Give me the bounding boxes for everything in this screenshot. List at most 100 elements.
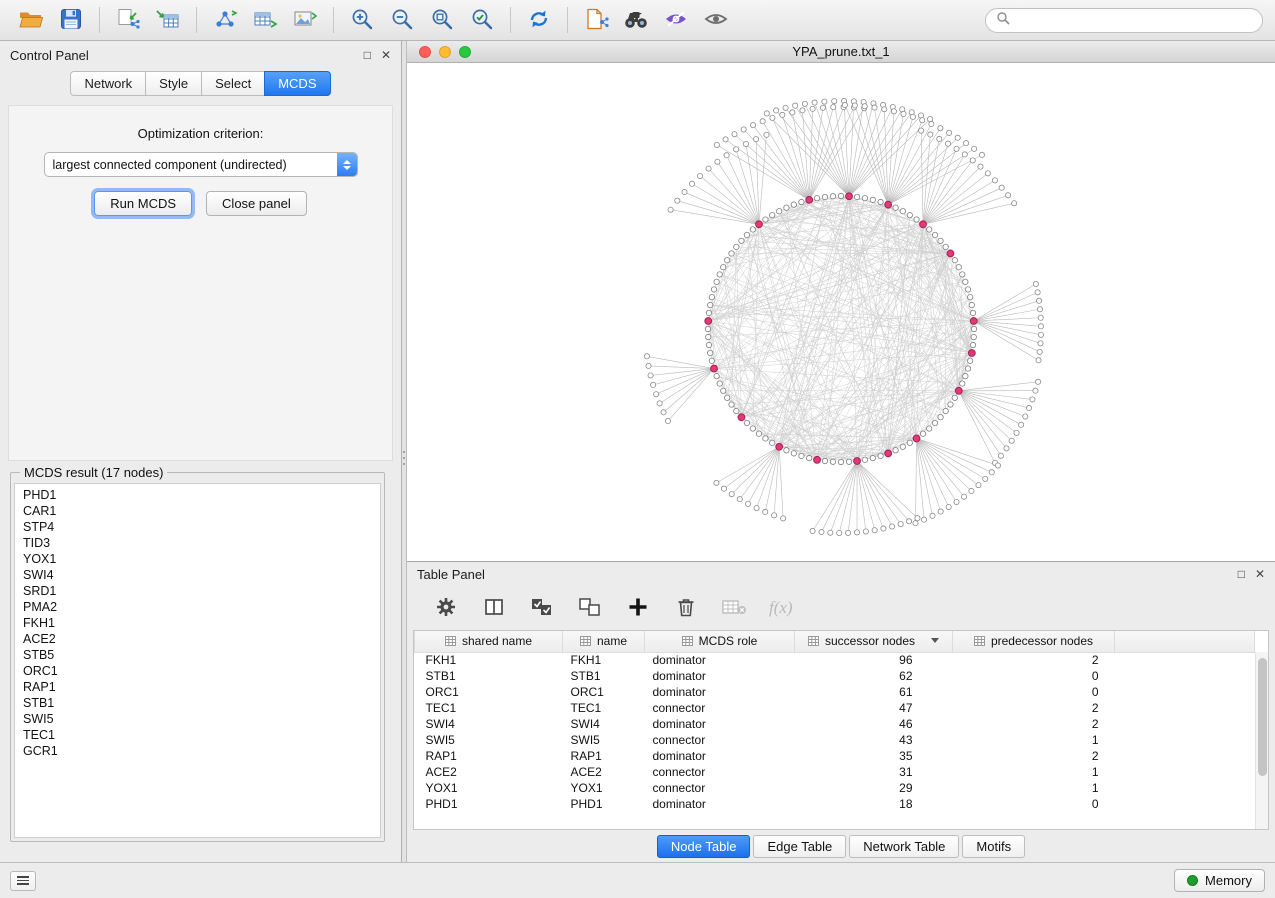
graph-node[interactable] [729, 251, 734, 256]
copy-network-style-button[interactable] [577, 4, 615, 36]
graph-leaf-node[interactable] [945, 141, 950, 146]
mcds-result-item[interactable]: TEC1 [23, 727, 380, 743]
tab-select[interactable]: Select [201, 71, 265, 96]
graph-leaf-node[interactable] [657, 401, 662, 406]
graph-leaf-node[interactable] [819, 529, 824, 534]
graph-leaf-node[interactable] [644, 354, 649, 359]
graph-leaf-node[interactable] [881, 526, 886, 531]
add-column-button[interactable] [625, 595, 651, 621]
graph-leaf-node[interactable] [854, 530, 859, 535]
graph-leaf-node[interactable] [972, 146, 977, 151]
graph-node[interactable] [717, 381, 722, 386]
graph-leaf-node[interactable] [872, 105, 877, 110]
graph-leaf-node[interactable] [995, 463, 1000, 468]
network-graph[interactable] [407, 63, 1275, 561]
graph-leaf-node[interactable] [989, 470, 994, 475]
graph-node[interactable] [960, 272, 965, 277]
graph-leaf-node[interactable] [976, 483, 981, 488]
graph-node[interactable] [830, 194, 835, 199]
mcds-result-item[interactable]: PMA2 [23, 599, 380, 615]
graph-node[interactable] [960, 381, 965, 386]
graph-dominator-node[interactable] [854, 458, 861, 465]
graph-leaf-node[interactable] [946, 504, 951, 509]
graph-leaf-node[interactable] [745, 501, 750, 506]
graph-node[interactable] [907, 212, 912, 217]
graph-leaf-node[interactable] [1014, 430, 1019, 435]
zoom-in-button[interactable] [343, 4, 381, 36]
graph-dominator-node[interactable] [885, 450, 892, 457]
float-panel-icon[interactable]: □ [1238, 567, 1245, 581]
graph-node[interactable] [763, 436, 768, 441]
tab-network[interactable]: Network [70, 71, 146, 96]
graph-node[interactable] [920, 431, 925, 436]
graph-leaf-node[interactable] [927, 117, 932, 122]
graph-leaf-node[interactable] [781, 516, 786, 521]
graph-leaf-node[interactable] [723, 137, 728, 142]
graph-node[interactable] [932, 232, 937, 237]
graph-node[interactable] [711, 287, 716, 292]
maximize-window-icon[interactable] [459, 46, 471, 58]
graph-leaf-node[interactable] [665, 418, 670, 423]
graph-dominator-node[interactable] [968, 350, 975, 357]
table-row[interactable]: SWI5 SWI5 connector 43 1 [415, 732, 1255, 748]
graph-dominator-node[interactable] [846, 193, 853, 200]
graph-leaf-node[interactable] [810, 528, 815, 533]
graph-leaf-node[interactable] [872, 528, 877, 533]
graph-leaf-node[interactable] [882, 107, 887, 112]
graph-leaf-node[interactable] [1012, 201, 1017, 206]
graph-dominator-node[interactable] [913, 435, 920, 442]
graph-leaf-node[interactable] [962, 152, 967, 157]
graph-node[interactable] [862, 195, 867, 200]
graph-leaf-node[interactable] [698, 173, 703, 178]
graph-dominator-node[interactable] [776, 443, 783, 450]
graph-node[interactable] [970, 310, 975, 315]
mcds-result-item[interactable]: CAR1 [23, 503, 380, 519]
graph-leaf-node[interactable] [822, 99, 827, 104]
graph-node[interactable] [838, 193, 843, 198]
graph-node[interactable] [963, 279, 968, 284]
graph-leaf-node[interactable] [763, 509, 768, 514]
graph-leaf-node[interactable] [862, 104, 867, 109]
graph-leaf-node[interactable] [929, 121, 934, 126]
graph-leaf-node[interactable] [1038, 341, 1043, 346]
graph-node[interactable] [784, 448, 789, 453]
graph-leaf-node[interactable] [979, 152, 984, 157]
table-row[interactable]: RAP1 RAP1 dominator 35 2 [415, 748, 1255, 764]
graph-node[interactable] [734, 408, 739, 413]
graph-leaf-node[interactable] [985, 171, 990, 176]
delete-column-button[interactable] [673, 595, 699, 621]
graph-dominator-node[interactable] [806, 196, 813, 203]
graph-node[interactable] [814, 195, 819, 200]
table-row[interactable]: FKH1 FKH1 dominator 96 2 [415, 652, 1255, 668]
graph-node[interactable] [938, 414, 943, 419]
graph-node[interactable] [791, 451, 796, 456]
graph-leaf-node[interactable] [992, 178, 997, 183]
graph-leaf-node[interactable] [947, 130, 952, 135]
graph-leaf-node[interactable] [754, 505, 759, 510]
refresh-button[interactable] [520, 4, 558, 36]
graph-node[interactable] [799, 199, 804, 204]
graph-leaf-node[interactable] [1037, 307, 1042, 312]
graph-leaf-node[interactable] [802, 101, 807, 106]
graph-dominator-node[interactable] [970, 318, 977, 325]
mcds-result-item[interactable]: TID3 [23, 535, 380, 551]
graph-leaf-node[interactable] [970, 158, 975, 163]
graph-leaf-node[interactable] [910, 114, 915, 119]
graph-node[interactable] [938, 238, 943, 243]
graph-leaf-node[interactable] [800, 108, 805, 113]
graph-leaf-node[interactable] [842, 102, 847, 107]
graph-leaf-node[interactable] [1038, 332, 1043, 337]
graph-leaf-node[interactable] [1030, 397, 1035, 402]
graph-leaf-node[interactable] [793, 103, 798, 108]
hide-details-button[interactable] [657, 4, 695, 36]
graph-leaf-node[interactable] [1033, 281, 1038, 286]
graph-node[interactable] [943, 244, 948, 249]
graph-leaf-node[interactable] [1038, 315, 1043, 320]
deselect-all-button[interactable] [577, 595, 603, 621]
graph-node[interactable] [705, 326, 710, 331]
float-panel-icon[interactable]: □ [364, 48, 371, 62]
graph-node[interactable] [907, 440, 912, 445]
graph-leaf-node[interactable] [828, 530, 833, 535]
graph-leaf-node[interactable] [820, 105, 825, 110]
graph-leaf-node[interactable] [998, 453, 1003, 458]
